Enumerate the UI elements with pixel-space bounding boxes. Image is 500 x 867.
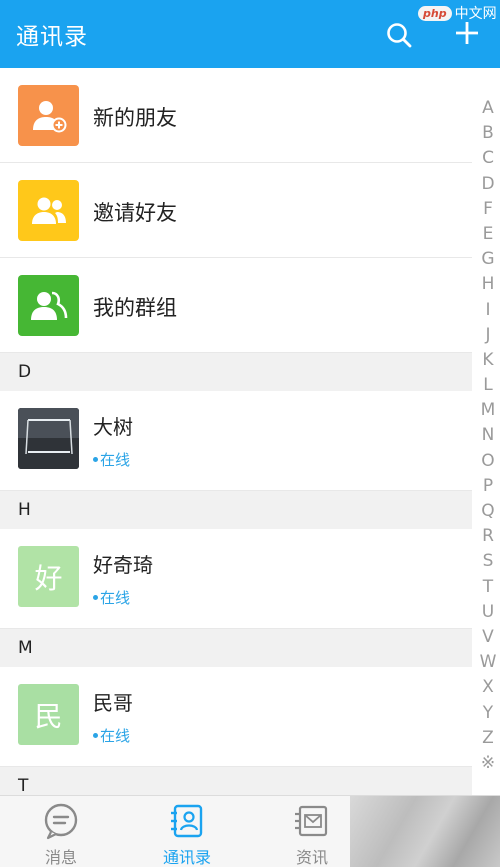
index-letter[interactable]: F (483, 197, 493, 222)
index-letter[interactable]: E (483, 222, 494, 247)
status-badge: 在线 (93, 587, 130, 608)
new-friends-item[interactable]: 新的朋友 (0, 68, 472, 163)
bottom-nav: 消息 通讯录 资讯 (0, 795, 500, 867)
index-letter[interactable]: R (482, 524, 494, 549)
index-letter[interactable]: G (481, 247, 494, 272)
index-letter[interactable]: U (482, 600, 494, 625)
search-icon[interactable] (384, 20, 414, 50)
index-letter[interactable]: X (482, 675, 494, 700)
new-friends-label: 新的朋友 (93, 106, 177, 130)
contacts-icon (171, 804, 203, 838)
news-icon (295, 805, 328, 837)
contact-name: 民哥 (93, 691, 133, 715)
status-text: 在线 (100, 451, 131, 469)
contact-item[interactable]: 好 好奇琦 在线 (0, 529, 472, 629)
section-header-m: M (0, 629, 472, 667)
contact-list: 新的朋友 邀请好友 我的群组 D 大树 在线 H 好 好奇琦 在线 M 民 民哥… (0, 68, 472, 805)
index-letter[interactable]: C (482, 146, 494, 171)
my-groups-label: 我的群组 (93, 296, 177, 320)
index-letter[interactable]: S (483, 549, 494, 574)
section-header-h: H (0, 491, 472, 529)
index-letter[interactable]: Y (483, 701, 493, 726)
message-bubble-icon (44, 803, 78, 840)
app-screen: 通讯录 php 中文网 新的朋友 邀请好友 我的群组 D 大树 在线 H 好 好… (0, 0, 500, 867)
page-title: 通讯录 (16, 24, 88, 50)
group-icon (18, 275, 79, 336)
avatar (18, 408, 79, 469)
invite-friends-item[interactable]: 邀请好友 (0, 163, 472, 258)
online-dot-icon (93, 733, 98, 738)
my-groups-item[interactable]: 我的群组 (0, 258, 472, 353)
index-letter[interactable]: A (482, 96, 494, 121)
online-dot-icon (93, 457, 98, 462)
blurred-area (350, 796, 500, 867)
watermark-text: 中文网 (454, 6, 497, 22)
index-letter[interactable]: N (482, 423, 495, 448)
index-letter[interactable]: W (480, 650, 497, 675)
index-letter[interactable]: K (482, 348, 493, 373)
tab-messages[interactable]: 消息 (22, 796, 100, 867)
index-letter[interactable]: Z (482, 726, 494, 751)
index-letter[interactable]: J (485, 323, 490, 348)
group-people-icon (18, 180, 79, 241)
contact-name: 大树 (93, 415, 133, 439)
tab-contacts[interactable]: 通讯录 (148, 796, 226, 867)
avatar: 民 (18, 684, 79, 745)
index-letter[interactable]: V (482, 625, 494, 650)
index-letter[interactable]: B (482, 121, 494, 146)
index-letter[interactable]: D (481, 172, 494, 197)
index-letter[interactable]: I (485, 298, 490, 323)
index-letter[interactable]: ※ (481, 751, 495, 776)
section-header-d: D (0, 353, 472, 391)
avatar-char: 好 (34, 561, 63, 595)
contact-item[interactable]: 民 民哥 在线 (0, 667, 472, 767)
add-friend-icon (18, 85, 79, 146)
index-letter[interactable]: M (481, 398, 496, 423)
index-letter[interactable]: T (483, 575, 493, 600)
alphabet-index[interactable]: A B C D F E G H I J K L M N O P Q R S T … (476, 96, 500, 776)
watermark: php 中文网 (418, 2, 497, 24)
invite-friends-label: 邀请好友 (93, 201, 177, 225)
index-letter[interactable]: L (483, 373, 492, 398)
status-badge: 在线 (93, 725, 130, 746)
top-bar: 通讯录 php 中文网 (0, 0, 500, 68)
status-text: 在线 (100, 589, 131, 607)
contact-name: 好奇琦 (93, 553, 153, 577)
contact-item[interactable]: 大树 在线 (0, 391, 472, 491)
avatar-char: 民 (34, 699, 63, 733)
index-letter[interactable]: P (483, 474, 493, 499)
tab-contacts-label: 通讯录 (162, 848, 211, 867)
status-badge: 在线 (93, 449, 130, 470)
online-dot-icon (93, 595, 98, 600)
watermark-logo: php (418, 5, 452, 21)
tab-news-label: 资讯 (295, 848, 328, 867)
avatar: 好 (18, 546, 79, 607)
status-text: 在线 (100, 727, 131, 745)
index-letter[interactable]: Q (481, 499, 494, 524)
index-letter[interactable]: O (481, 449, 494, 474)
tab-news[interactable]: 资讯 (273, 796, 351, 867)
tab-messages-label: 消息 (44, 848, 77, 867)
index-letter[interactable]: H (482, 272, 495, 297)
